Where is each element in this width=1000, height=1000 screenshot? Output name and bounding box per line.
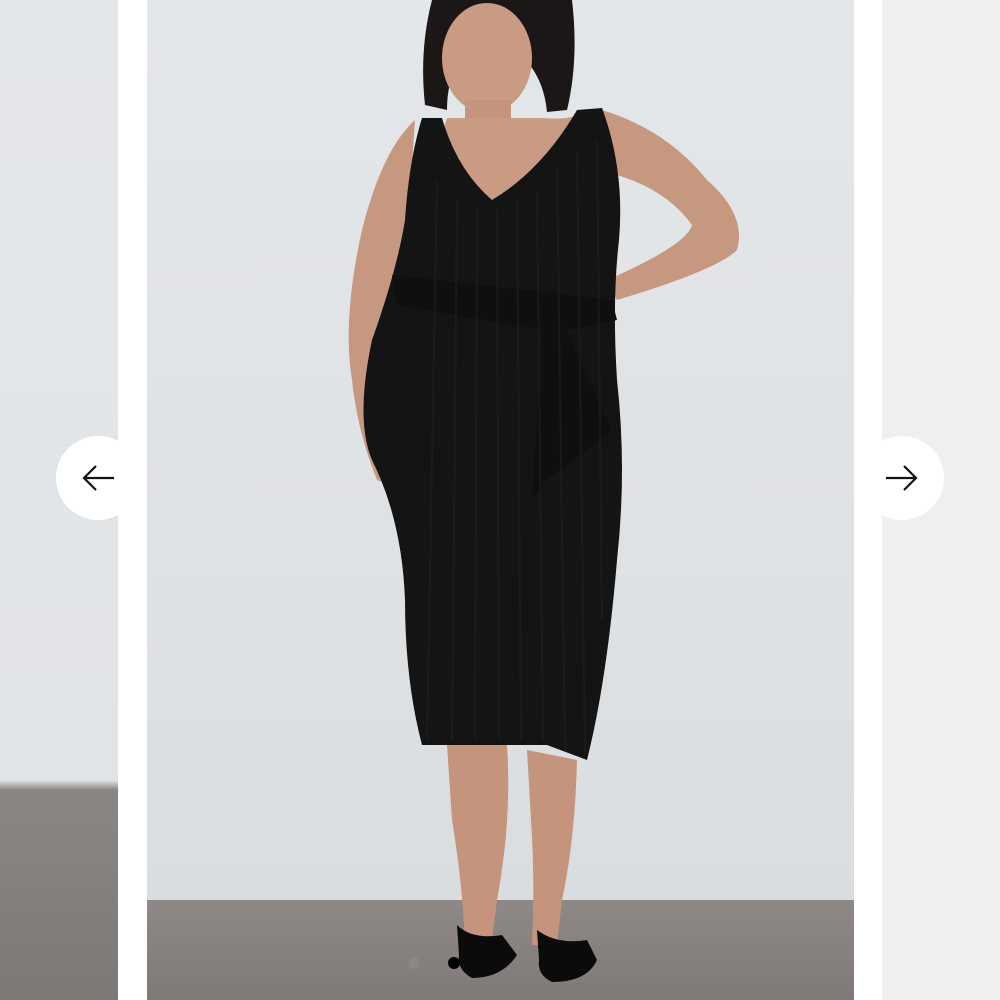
carousel-pagination <box>408 957 460 969</box>
image-carousel <box>0 0 1000 1000</box>
next-slide-button[interactable] <box>860 436 944 520</box>
right-shoe <box>537 930 597 982</box>
model-figure <box>348 0 739 982</box>
face <box>442 3 532 113</box>
right-arm <box>602 110 739 300</box>
arrow-left-icon <box>82 465 114 491</box>
legs <box>447 745 509 940</box>
product-image <box>147 0 854 1000</box>
pagination-dot-1[interactable] <box>408 957 420 969</box>
previous-slide-button[interactable] <box>56 436 140 520</box>
pagination-dot-2[interactable] <box>448 957 460 969</box>
arrow-right-icon <box>886 465 918 491</box>
